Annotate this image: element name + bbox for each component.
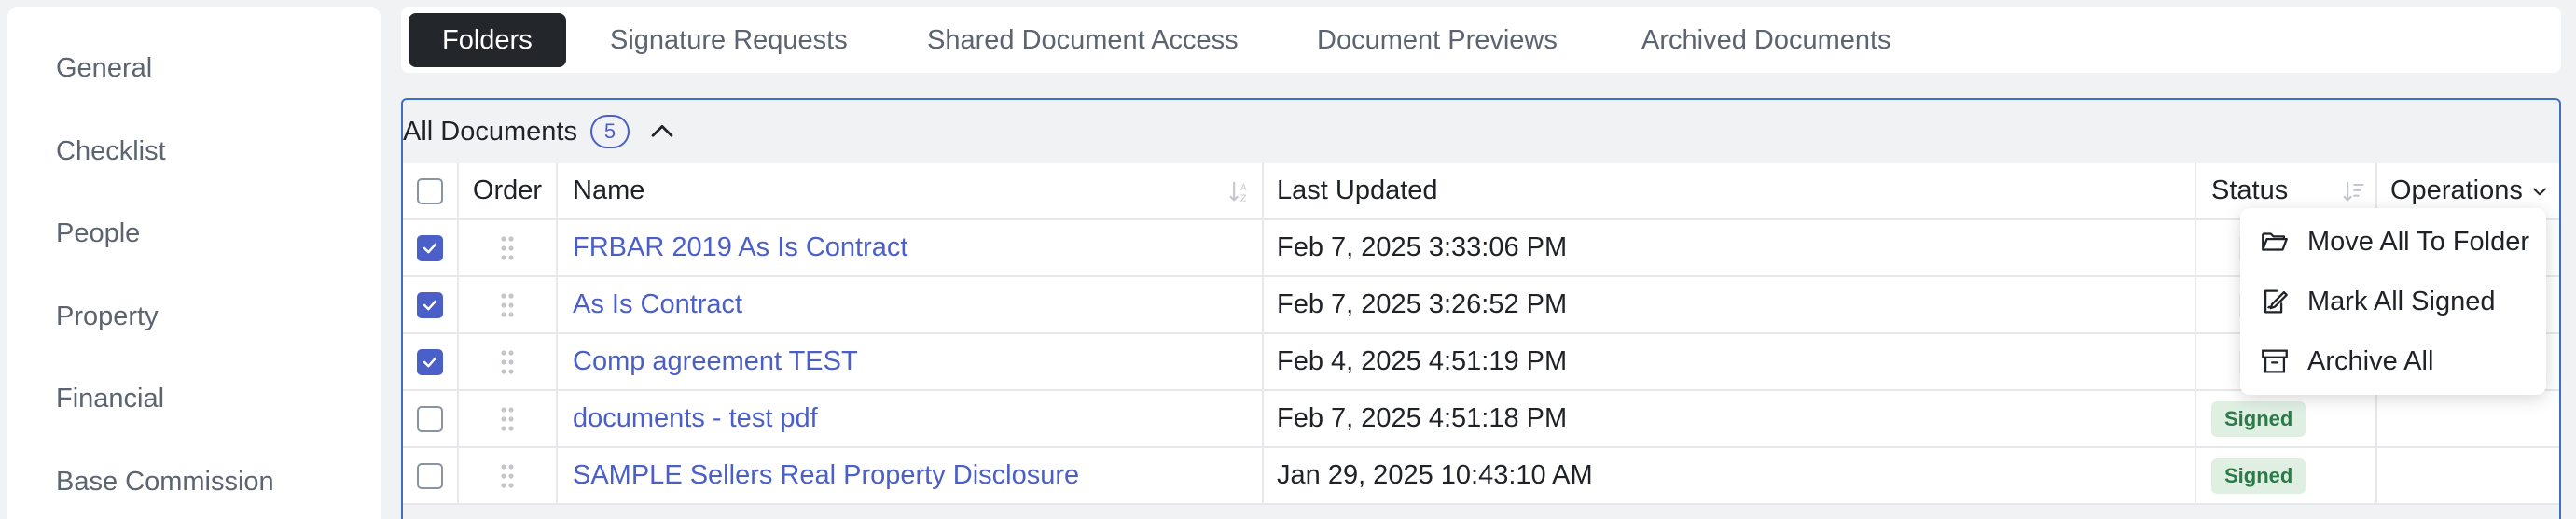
folder-open-icon xyxy=(2262,232,2288,251)
last-updated-cell: Feb 7, 2025 3:33:06 PM xyxy=(1264,220,2196,275)
signature-icon xyxy=(2264,289,2288,314)
column-header-last-updated: Last Updated xyxy=(1264,163,2196,218)
tab-folders[interactable]: Folders xyxy=(409,13,566,67)
sort-icon[interactable]: A Z xyxy=(1226,178,1253,204)
svg-text:A: A xyxy=(1240,182,1247,192)
sidebar-item-financial[interactable]: Financial xyxy=(56,384,164,414)
column-header-status: Status xyxy=(2211,175,2289,205)
tab-archived-documents[interactable]: Archived Documents xyxy=(1608,13,1925,67)
svg-text:Z: Z xyxy=(1240,193,1246,203)
column-header-operations: Operations xyxy=(2390,175,2523,205)
row-checkbox[interactable] xyxy=(417,405,443,432)
menu-item-label: Archive All xyxy=(2307,345,2434,376)
table-row: SAMPLE Sellers Real Property Disclosure … xyxy=(403,448,2559,505)
table-row: Comp agreement TEST Feb 4, 2025 4:51:19 … xyxy=(403,334,2559,391)
column-header-name: Name xyxy=(573,175,645,205)
drag-handle-icon[interactable] xyxy=(498,349,517,375)
panel-title: All Documents xyxy=(403,116,577,147)
menu-item-label: Move All To Folder xyxy=(2307,226,2530,257)
sidebar-item-people[interactable]: People xyxy=(56,218,140,249)
status-badge: Signed xyxy=(2211,400,2306,437)
last-updated-cell: Jan 29, 2025 10:43:10 AM xyxy=(1264,448,2196,503)
last-updated-cell: Feb 7, 2025 4:51:18 PM xyxy=(1264,391,2196,446)
row-checkbox[interactable] xyxy=(417,348,443,375)
document-count-badge: 5 xyxy=(589,115,630,148)
column-header-order: Order xyxy=(459,163,558,218)
table-header-row: Order Name A Z Last Updated Status Opera… xyxy=(403,163,2559,220)
sidebar-item-checklist[interactable]: Checklist xyxy=(56,136,166,167)
check-icon xyxy=(422,300,437,310)
document-name-link[interactable]: As Is Contract xyxy=(573,289,742,320)
status-badge: Signed xyxy=(2211,457,2306,494)
sort-icon[interactable] xyxy=(2340,178,2366,204)
document-name-link[interactable]: Comp agreement TEST xyxy=(573,346,858,377)
drag-handle-icon[interactable] xyxy=(498,235,517,261)
table-row: documents - test pdf Feb 7, 2025 4:51:18… xyxy=(403,391,2559,448)
sidebar-item-property[interactable]: Property xyxy=(56,302,159,332)
chevron-down-icon xyxy=(2533,188,2546,195)
table-row: FRBAR 2019 As Is Contract Feb 7, 2025 3:… xyxy=(403,220,2559,277)
select-all-checkbox[interactable] xyxy=(417,177,443,204)
operations-dropdown-menu: Move All To Folder Mark All Signed Archi… xyxy=(2240,208,2546,395)
sidebar: General Checklist People Property Financ… xyxy=(7,7,381,519)
menu-item-mark-all-signed[interactable]: Mark All Signed xyxy=(2240,272,2546,331)
menu-item-archive-all[interactable]: Archive All xyxy=(2240,331,2546,391)
document-name-link[interactable]: documents - test pdf xyxy=(573,403,818,434)
document-name-link[interactable]: FRBAR 2019 As Is Contract xyxy=(573,232,907,263)
check-icon xyxy=(422,243,437,253)
sidebar-item-general[interactable]: General xyxy=(56,53,152,84)
panel-header: All Documents 5 xyxy=(403,100,2559,163)
chevron-up-icon[interactable] xyxy=(646,116,678,147)
documents-panel: All Documents 5 Order Name A Z Last Upda… xyxy=(401,98,2561,519)
last-updated-cell: Feb 7, 2025 3:26:52 PM xyxy=(1264,277,2196,332)
drag-handle-icon[interactable] xyxy=(498,292,517,318)
tab-shared-document-access[interactable]: Shared Document Access xyxy=(893,13,1272,67)
tab-document-previews[interactable]: Document Previews xyxy=(1283,13,1591,67)
menu-item-label: Mark All Signed xyxy=(2307,286,2496,316)
document-name-link[interactable]: SAMPLE Sellers Real Property Disclosure xyxy=(573,460,1079,491)
check-icon xyxy=(422,357,437,367)
row-checkbox[interactable] xyxy=(417,462,443,489)
table-row: As Is Contract Feb 7, 2025 3:26:52 PM xyxy=(403,277,2559,334)
archive-icon xyxy=(2262,349,2288,373)
last-updated-cell: Feb 4, 2025 4:51:19 PM xyxy=(1264,334,2196,389)
tab-signature-requests[interactable]: Signature Requests xyxy=(576,13,881,67)
sidebar-item-base-commission[interactable]: Base Commission xyxy=(56,467,274,498)
drag-handle-icon[interactable] xyxy=(498,406,517,432)
menu-item-move-all-to-folder[interactable]: Move All To Folder xyxy=(2240,212,2546,272)
tab-bar: Folders Signature Requests Shared Docume… xyxy=(401,7,2561,73)
documents-table: Order Name A Z Last Updated Status Opera… xyxy=(403,163,2559,505)
drag-handle-icon[interactable] xyxy=(498,463,517,489)
row-checkbox[interactable] xyxy=(417,234,443,261)
row-checkbox[interactable] xyxy=(417,291,443,318)
